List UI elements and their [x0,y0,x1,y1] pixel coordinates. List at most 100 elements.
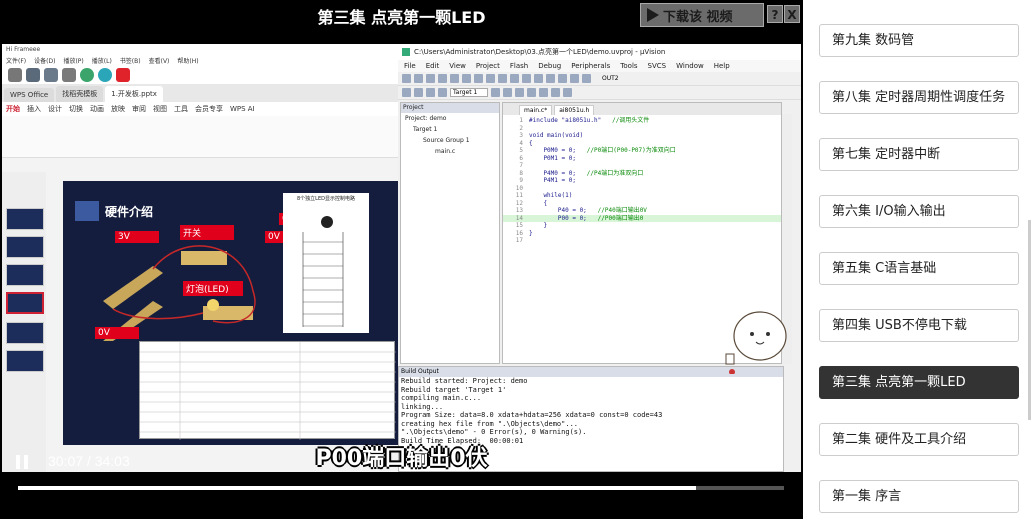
wps-menu-item[interactable]: 书签(B) [120,56,141,66]
code-line: 2 [503,125,781,133]
wps-menu-item[interactable]: 文件(F) [6,56,26,66]
progress-fill [18,486,696,490]
tree-target[interactable]: Target 1 [401,124,499,135]
code-line: 1 #include "ai8051u.h" //调用头文件 [503,117,781,125]
code-area[interactable]: 1 #include "ai8051u.h" //调用头文件 2 3 void main… [503,115,781,245]
episode-item[interactable]: 第五集 C语言基础 [819,252,1019,285]
video-icon [62,68,76,82]
play-icon [647,8,659,22]
close-button[interactable]: X [784,5,800,23]
keil-menu-item[interactable]: Flash [510,62,528,70]
line-number: 8 [519,169,523,177]
ribbon-tab[interactable]: 开始 [6,104,20,114]
keil-menu-item[interactable]: Help [714,62,730,70]
build-line: linking... [401,402,444,411]
line-number: 1 [519,117,523,124]
code-text: P0M0 = 0; [529,147,576,154]
uvision-icon [402,48,410,56]
code-comment: //调用头文件 [601,117,650,124]
code-line: 6 P0M1 = 0; [503,155,781,163]
ribbon-tab[interactable]: 动画 [90,104,104,114]
target-select[interactable]: Target 1 [450,88,489,97]
code-line: 13 P40 = 0; //P40端口输出0V [503,207,781,215]
slide-thumb [6,264,44,286]
project-panel: Project Project: demo Target 1 Source Gr… [400,102,500,364]
code-line: 3 void main(void) [503,132,781,140]
code-comment: //P4端口为准双向口 [575,169,644,177]
code-comment: //P00端口输出0 [586,214,644,222]
ribbon-tab[interactable]: 切换 [69,104,83,114]
keil-menu-item[interactable]: View [449,62,466,70]
more-options-button[interactable] [774,452,780,472]
ribbon-tab[interactable]: 设计 [48,104,62,114]
video-frame[interactable]: Hi Frameee 文件(F) 设备(D) 播放(P) 播放(L) 书签(B) 查看(V… [2,44,801,472]
episode-item[interactable]: 第六集 I/O输入输出 [819,195,1019,228]
episode-item[interactable]: 第二集 硬件及工具介绍 [819,423,1019,456]
tree-source-group[interactable]: Source Group 1 [401,135,499,146]
ribbon-tab[interactable]: 放映 [111,104,125,114]
build-line: creating hex file from ".\Objects\demo".… [401,419,579,428]
progress-bar[interactable] [18,486,784,490]
keil-menu-item[interactable]: Tools [620,62,637,70]
episode-item[interactable]: 第八集 定时器周期性调度任务 [819,81,1019,114]
pin-table-grid [140,342,396,440]
fullscreen-icon[interactable] [722,454,736,468]
episode-item[interactable]: 第四集 USB不停电下载 [819,309,1019,342]
volume-icon[interactable] [672,455,690,471]
ov-tag: 0V [265,231,285,243]
line-number: 7 [519,162,523,169]
schematic-title: 8个独立LED显示控制电路 [297,196,355,202]
user-icon [116,68,130,82]
wps-menu-item[interactable]: 播放(P) [63,56,83,66]
code-line: 4{ [503,140,781,148]
ribbon-tab[interactable]: 审阅 [132,104,146,114]
keil-menu-item[interactable]: Window [676,62,704,70]
code-line: 10 [503,185,781,193]
line-number: 11 [515,192,523,199]
project-panel-header: Project [401,103,499,113]
playlist-scrollbar[interactable] [1028,220,1031,420]
ribbon-tab[interactable]: 插入 [27,104,41,114]
line-number: 3 [519,132,523,139]
out-field[interactable]: OUT2 [602,75,619,82]
keil-menu-item[interactable]: Edit [426,62,440,70]
build-line: Rebuild target 'Target 1' [401,385,507,394]
code-text: void main(void) [529,132,584,139]
keil-menu-item[interactable]: Project [476,62,500,70]
help-button[interactable]: ? [767,5,783,23]
editor-tabs: main.c* ai8051u.h [503,103,781,115]
build-line: Program Size: data=8.0 xdata+hdata=256 x… [401,411,663,419]
wps-doc-tab[interactable]: 1.开发板.pptx [105,86,163,102]
tab-main-c[interactable]: main.c* [519,105,553,115]
pause-button[interactable] [16,455,34,471]
episode-item[interactable]: 第三集 点亮第一颗LED [819,366,1019,399]
code-text: P40 = 0; [529,207,587,214]
keil-menu-item[interactable]: File [404,62,416,70]
wps-ribbon-tabs: 开始 插入 设计 切换 动画 放映 审阅 视图 工具 会员专享 WPS AI [2,102,398,116]
wps-menu-item[interactable]: 查看(V) [149,56,170,66]
pin-table-image [139,341,396,440]
wps-menu-item[interactable]: 播放(L) [92,56,112,66]
duration: 34:03 [94,453,130,469]
wps-menu-item[interactable]: 设备(D) [34,56,55,66]
tree-main-c[interactable]: main.c [401,146,499,157]
episode-item[interactable]: 第九集 数码管 [819,24,1019,57]
keil-toolbar-1: OUT2 [398,72,801,86]
wps-menu-item[interactable]: 帮助(H) [177,56,198,66]
wps-doc-tab[interactable]: 找稻壳模板 [56,86,104,102]
episode-item[interactable]: 第一集 序言 [819,480,1019,513]
video-player[interactable]: Hi Frameee 文件(F) 设备(D) 播放(P) 播放(L) 书签(B) 查看(V… [0,0,803,519]
ribbon-tab[interactable]: 工具 [174,104,188,114]
switch-tag: 开关 [180,225,234,240]
keil-menu-item[interactable]: Peripherals [571,62,610,70]
ribbon-tab[interactable]: 视图 [153,104,167,114]
download-video-button[interactable]: 下载该 视频 [640,3,764,27]
tab-ai8051u-h[interactable]: ai8051u.h [554,105,595,115]
wps-doc-tab[interactable]: WPS Office [4,88,55,102]
keil-menu-item[interactable]: Debug [538,62,561,70]
episode-item[interactable]: 第七集 定时器中断 [819,138,1019,171]
keil-menu-item[interactable]: SVCS [648,62,667,70]
ribbon-tab[interactable]: WPS AI [230,105,255,113]
tree-project[interactable]: Project: demo [401,113,499,124]
ribbon-tab[interactable]: 会员专享 [195,104,223,114]
